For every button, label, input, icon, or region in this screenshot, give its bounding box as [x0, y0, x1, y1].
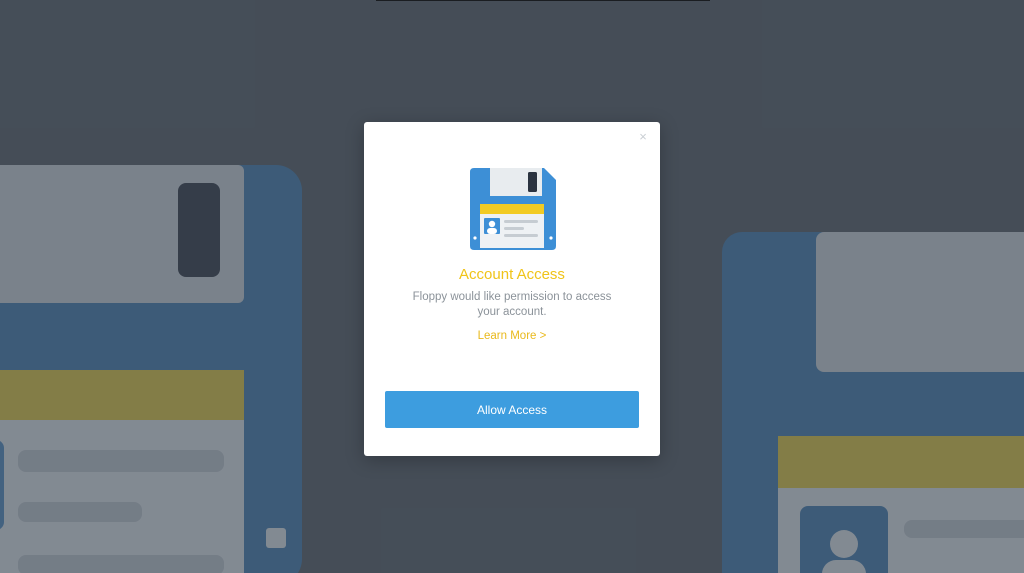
allow-access-button[interactable]: Allow Access: [385, 391, 639, 428]
floppy-disk-icon: [470, 168, 556, 250]
top-divider: [376, 0, 710, 1]
account-access-dialog: Account Access Floppy would like permiss…: [364, 122, 660, 456]
learn-more-link[interactable]: Learn More >: [364, 330, 660, 342]
dialog-description: Floppy would like permission to access y…: [412, 291, 612, 318]
close-icon[interactable]: [636, 130, 650, 144]
dialog-title: Account Access: [459, 266, 565, 283]
